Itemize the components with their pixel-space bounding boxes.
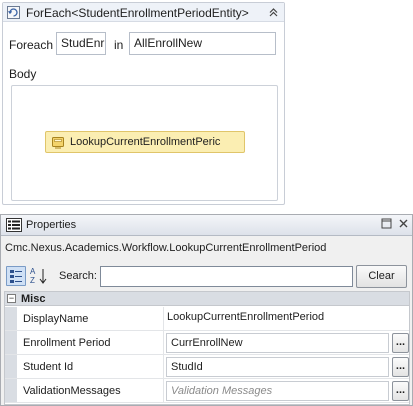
row-gutter	[5, 379, 17, 402]
property-row-displayname[interactable]: DisplayName LookupCurrentEnrollmentPerio…	[5, 307, 409, 331]
property-row-validation-messages[interactable]: ValidationMessages Validation Messages .…	[5, 379, 409, 403]
enrollment-period-field[interactable]: CurrEnrollNew	[166, 333, 389, 353]
lookup-activity-label: LookupCurrentEnrollmentPeric	[70, 136, 221, 148]
categorized-icon	[10, 270, 22, 283]
in-label: in	[114, 38, 124, 52]
column-divider	[163, 379, 164, 402]
clear-button[interactable]: Clear	[356, 265, 407, 288]
column-divider	[163, 331, 164, 354]
svg-text:A: A	[30, 267, 36, 276]
row-gutter	[5, 307, 17, 330]
svg-text:Z: Z	[30, 276, 35, 285]
property-row-student-id[interactable]: Student Id StudId ...	[5, 355, 409, 379]
property-name: Student Id	[23, 361, 74, 373]
foreach-header[interactable]: ForEach<StudentEnrollmentPeriodEntity>	[3, 3, 284, 22]
property-name: Enrollment Period	[23, 337, 111, 349]
enrollment-period-edit-button[interactable]: ...	[392, 333, 409, 353]
body-label: Body	[9, 67, 37, 81]
search-input[interactable]	[100, 266, 353, 287]
property-name: DisplayName	[23, 313, 89, 325]
row-gutter	[5, 331, 17, 354]
search-label: Search:	[59, 270, 97, 282]
row-gutter	[5, 355, 17, 378]
close-icon[interactable]	[397, 218, 410, 231]
activity-icon	[52, 137, 64, 149]
alphabetical-sort-button[interactable]: A Z	[29, 266, 49, 286]
sort-az-icon: A Z	[30, 267, 47, 285]
categorized-view-button[interactable]	[6, 266, 26, 286]
property-grid: − Misc DisplayName LookupCurrentEnrollme…	[4, 291, 410, 405]
collapse-category-icon[interactable]: −	[7, 294, 16, 303]
property-value[interactable]: LookupCurrentEnrollmentPeriod	[167, 311, 324, 323]
body-drop-area[interactable]: LookupCurrentEnrollmentPeric	[11, 85, 278, 201]
item-variable-field[interactable]: StudEnr	[56, 32, 106, 55]
collapse-icon[interactable]	[266, 5, 281, 20]
foreach-activity[interactable]: ForEach<StudentEnrollmentPeriodEntity> F…	[2, 2, 285, 205]
properties-toolbar: A Z Search: Clear	[1, 262, 412, 289]
validation-messages-field[interactable]: Validation Messages	[166, 381, 389, 401]
workflow-designer: ForEach<StudentEnrollmentPeriodEntity> F…	[0, 0, 287, 207]
dock-icon[interactable]	[380, 218, 393, 231]
properties-titlebar[interactable]: Properties	[1, 215, 412, 236]
column-divider	[163, 355, 164, 378]
property-row-enrollment-period[interactable]: Enrollment Period CurrEnrollNew ...	[5, 331, 409, 355]
foreach-loop-icon	[7, 6, 20, 19]
foreach-title: ForEach<StudentEnrollmentPeriodEntity>	[26, 6, 249, 20]
properties-title: Properties	[26, 219, 77, 231]
validation-messages-edit-button[interactable]: ...	[392, 381, 409, 401]
category-label: Misc	[21, 293, 46, 305]
student-id-field[interactable]: StudId	[166, 357, 389, 377]
lookup-activity[interactable]: LookupCurrentEnrollmentPeric	[45, 131, 245, 153]
selected-object-name: Cmc.Nexus.Academics.Workflow.LookupCurre…	[5, 242, 327, 254]
collection-expression-field[interactable]: AllEnrollNew	[129, 32, 276, 55]
foreach-label: Foreach	[9, 38, 54, 52]
properties-panel: Properties Cmc.Nexus.Academics.Workflow.…	[0, 214, 413, 406]
property-name: ValidationMessages	[23, 385, 121, 397]
column-divider	[163, 307, 164, 330]
student-id-edit-button[interactable]: ...	[392, 357, 409, 377]
category-row-misc[interactable]: − Misc	[5, 292, 409, 306]
properties-icon	[6, 218, 22, 232]
